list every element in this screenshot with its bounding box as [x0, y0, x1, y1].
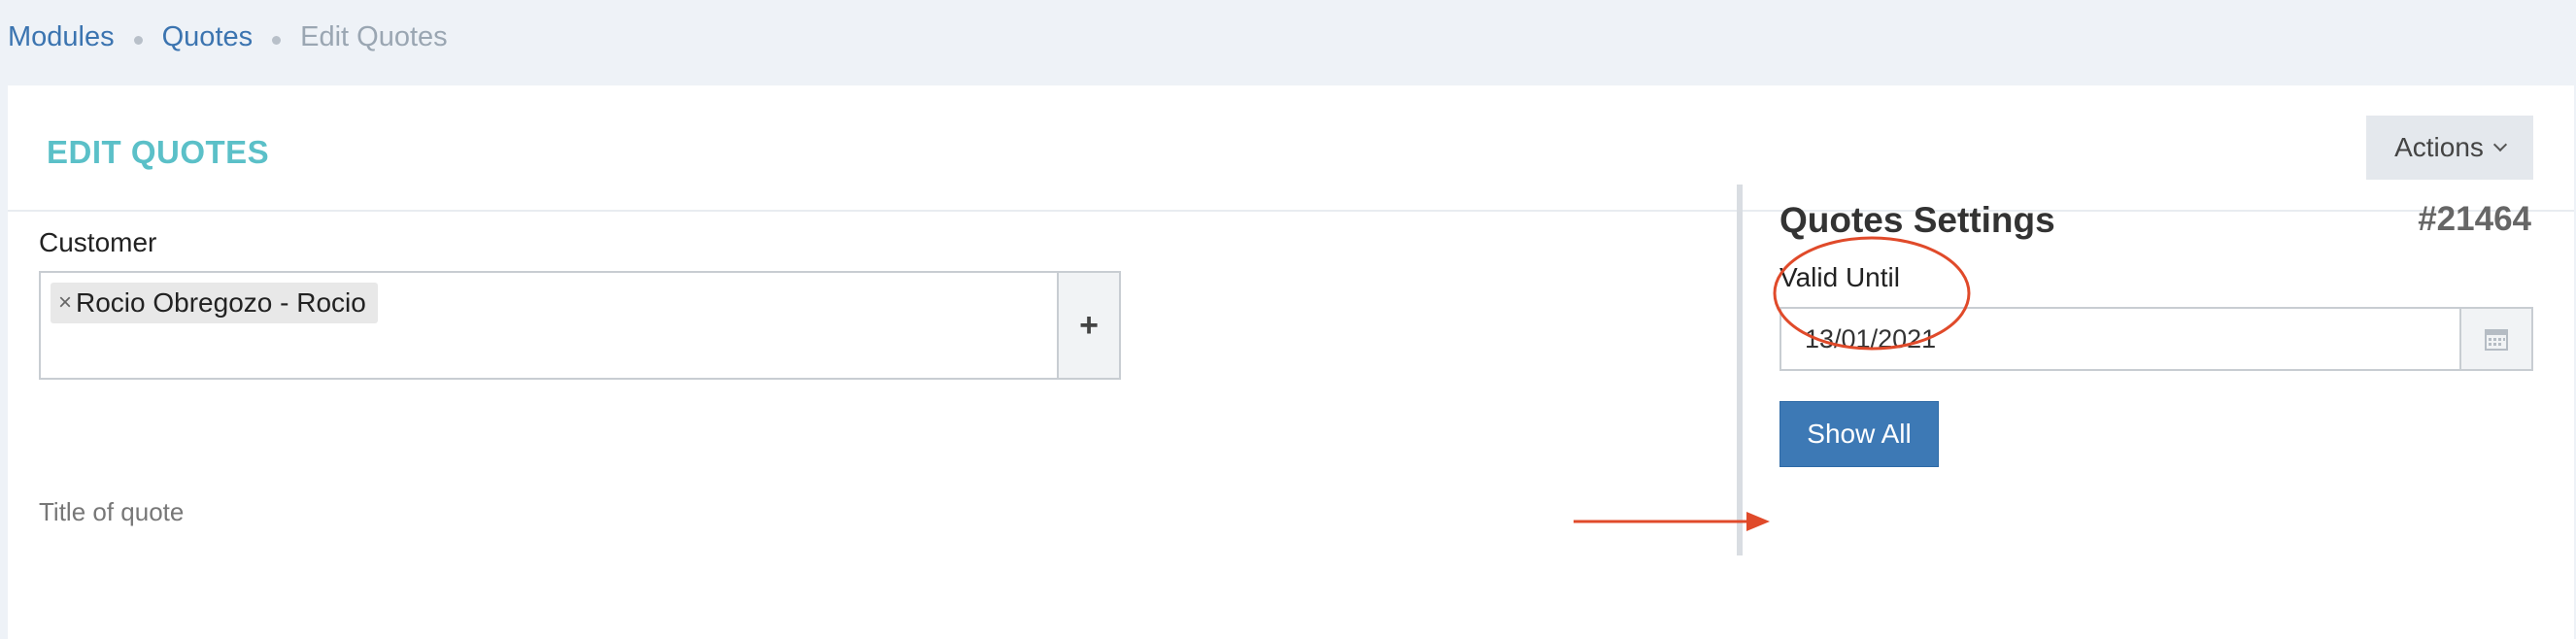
- customer-tag-label: Rocio Obregozo - Rocio: [76, 287, 366, 318]
- plus-icon: +: [1079, 306, 1099, 344]
- card-header: EDIT QUOTES Actions: [8, 85, 2574, 212]
- valid-until-input[interactable]: [1779, 307, 2459, 371]
- breadcrumb-quotes[interactable]: Quotes: [162, 21, 254, 53]
- settings-divider: [1737, 185, 1743, 555]
- page-title: EDIT QUOTES: [47, 134, 270, 170]
- show-all-button[interactable]: Show All: [1779, 401, 1939, 467]
- breadcrumb-separator: [133, 35, 143, 45]
- chevron-down-icon: [2492, 137, 2507, 152]
- customer-tag: × Rocio Obregozo - Rocio: [51, 283, 378, 323]
- customer-label: Customer: [39, 227, 157, 257]
- breadcrumb-modules[interactable]: Modules: [8, 21, 115, 53]
- breadcrumb-current: Edit Quotes: [300, 20, 448, 52]
- calendar-icon: [2485, 329, 2508, 351]
- calendar-button[interactable]: [2459, 307, 2533, 371]
- actions-button[interactable]: Actions: [2366, 116, 2533, 180]
- settings-title: Quotes Settings: [1779, 200, 2055, 240]
- quote-number: #21464: [2418, 200, 2531, 238]
- breadcrumb-separator: [272, 35, 282, 45]
- valid-until-label: Valid Until: [1779, 262, 1900, 292]
- customer-select[interactable]: × Rocio Obregozo - Rocio: [39, 271, 1059, 380]
- actions-button-label: Actions: [2394, 132, 2484, 162]
- title-of-quote-label: Title of quote: [39, 497, 185, 526]
- remove-tag-icon[interactable]: ×: [58, 289, 72, 317]
- breadcrumb: Modules Quotes Edit Quotes: [8, 17, 448, 56]
- add-customer-button[interactable]: +: [1059, 271, 1121, 380]
